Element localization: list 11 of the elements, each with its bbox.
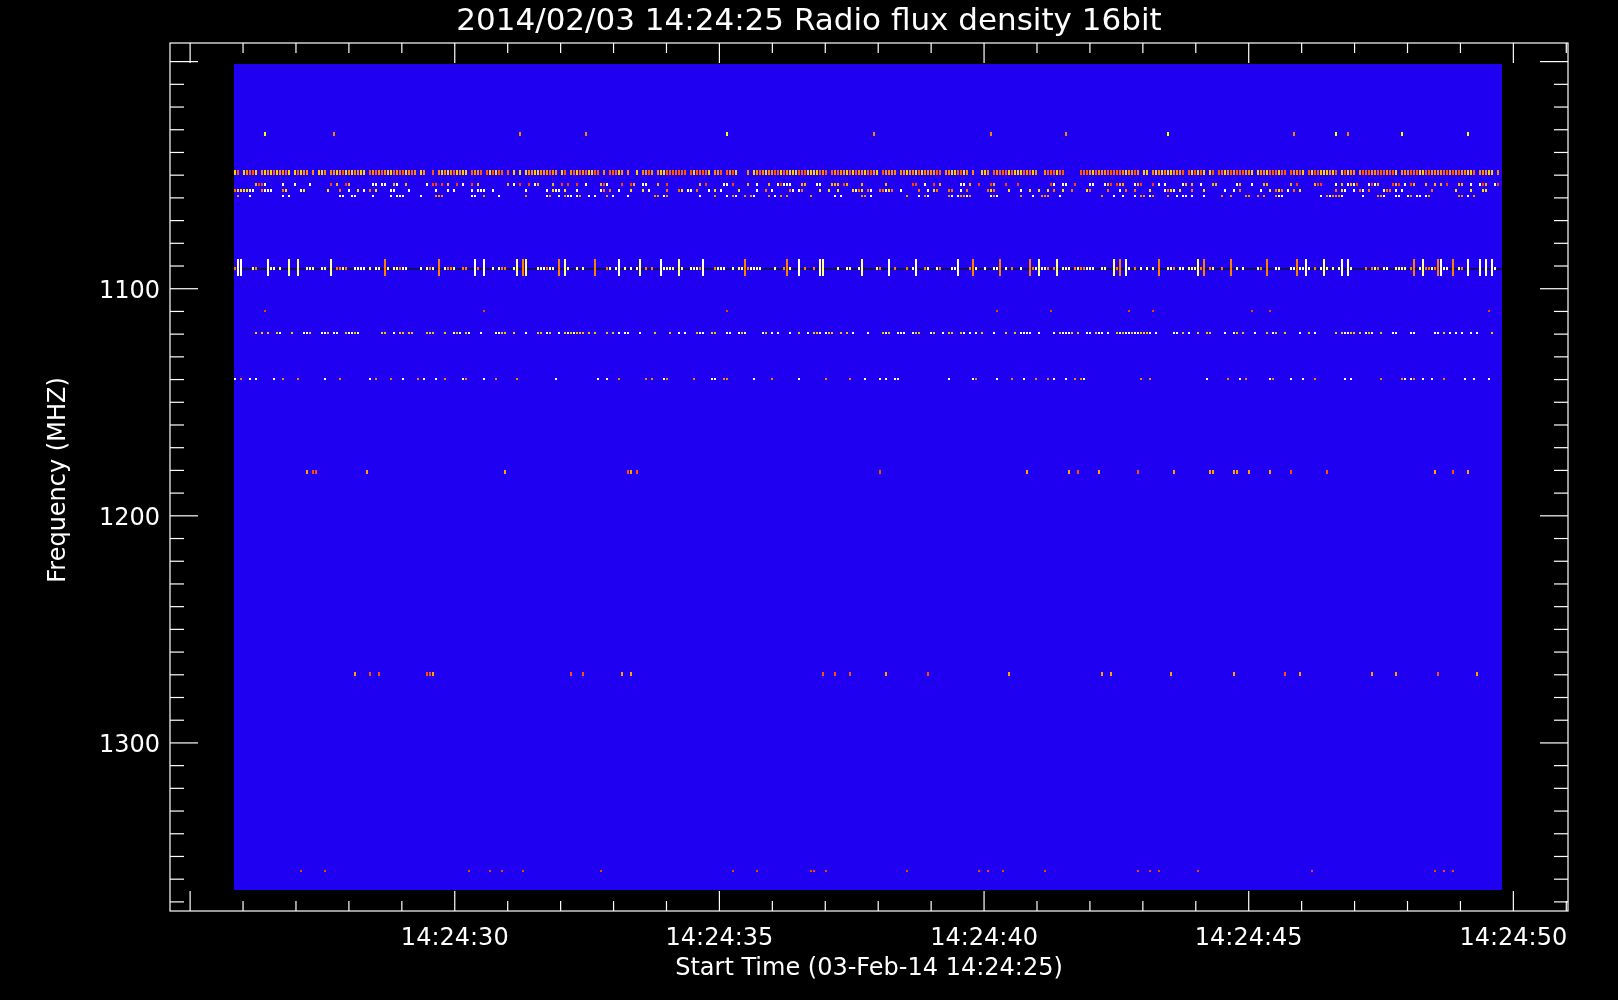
x-tick-label: 14:24:30: [400, 923, 509, 951]
y-axis-label: Frequency (MHZ): [43, 377, 71, 583]
y-tick-label: 1200: [98, 502, 160, 531]
x-axis-label: Start Time (03-Feb-14 14:24:25): [675, 953, 1063, 981]
x-tick-label: 14:24:35: [665, 923, 774, 951]
y-tick-label: 1100: [98, 275, 160, 304]
x-tick-label: 14:24:40: [930, 923, 1038, 951]
y-tick-label: 1300: [98, 729, 160, 758]
x-tick-label: 14:24:50: [1459, 923, 1568, 951]
plot-title: 2014/02/03 14:24:25 Radio flux density 16bit: [456, 1, 1162, 37]
x-tick-label: 14:24:45: [1194, 923, 1303, 951]
